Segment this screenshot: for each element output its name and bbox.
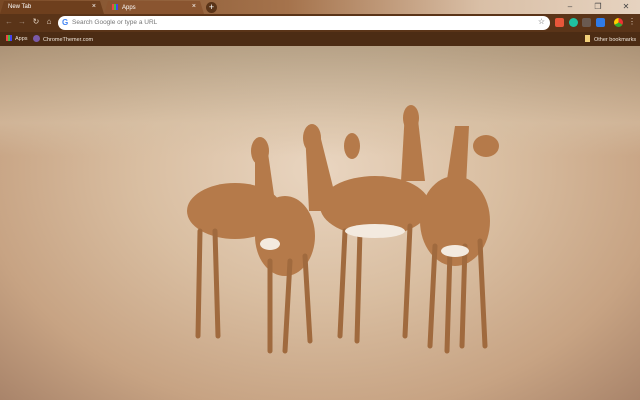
tab-label: Apps — [122, 5, 136, 11]
extension-icon[interactable] — [555, 18, 564, 27]
folder-icon — [585, 35, 590, 42]
bookmark-apps[interactable]: Apps — [6, 35, 28, 42]
bookmark-chromethemer[interactable]: ChromeThemer.com — [33, 35, 93, 43]
tab-close-icon[interactable]: × — [192, 3, 196, 10]
impala-photo — [187, 105, 499, 354]
back-button[interactable]: ← — [4, 17, 14, 26]
forward-button[interactable]: → — [17, 17, 27, 26]
bookmarks-bar: Apps ChromeThemer.com Other bookmarks — [0, 32, 640, 46]
tab-new-tab[interactable]: New Tab × — [0, 1, 104, 14]
title-bar: New Tab × Apps × + – ❐ ✕ — [0, 0, 640, 14]
home-button[interactable]: ⌂ — [44, 17, 54, 26]
maximize-button[interactable]: ❐ — [584, 0, 612, 14]
close-window-button[interactable]: ✕ — [612, 0, 640, 14]
extension-icon[interactable] — [569, 18, 578, 27]
extension-shield-icon[interactable] — [582, 18, 591, 27]
bookmark-star-icon[interactable]: ☆ — [538, 17, 545, 26]
minimize-button[interactable]: – — [556, 0, 584, 14]
omnibox-placeholder: Search Google or type a URL — [72, 19, 158, 26]
bookmark-other[interactable]: Other bookmarks — [585, 35, 636, 43]
new-tab-button[interactable]: + — [206, 2, 217, 13]
bookmark-label: Other bookmarks — [594, 37, 637, 43]
tab-label: New Tab — [8, 4, 32, 10]
toolbar: ← → ↻ ⌂ G Search Google or type a URL ☆ … — [0, 14, 640, 32]
apps-icon — [6, 35, 12, 41]
profile-icon[interactable] — [614, 18, 623, 27]
new-tab-background — [0, 46, 640, 400]
bookmark-label: Apps — [15, 36, 28, 42]
tab-apps[interactable]: Apps × — [104, 1, 204, 14]
reload-button[interactable]: ↻ — [31, 17, 41, 26]
menu-icon[interactable]: ⋮ — [627, 17, 637, 26]
site-icon — [33, 35, 40, 42]
extension-icon[interactable] — [596, 18, 605, 27]
apps-icon — [112, 4, 118, 10]
google-icon: G — [62, 18, 69, 27]
tab-close-icon[interactable]: × — [92, 3, 96, 10]
bookmark-label: ChromeThemer.com — [43, 37, 94, 43]
omnibox[interactable]: G Search Google or type a URL ☆ — [58, 16, 550, 30]
